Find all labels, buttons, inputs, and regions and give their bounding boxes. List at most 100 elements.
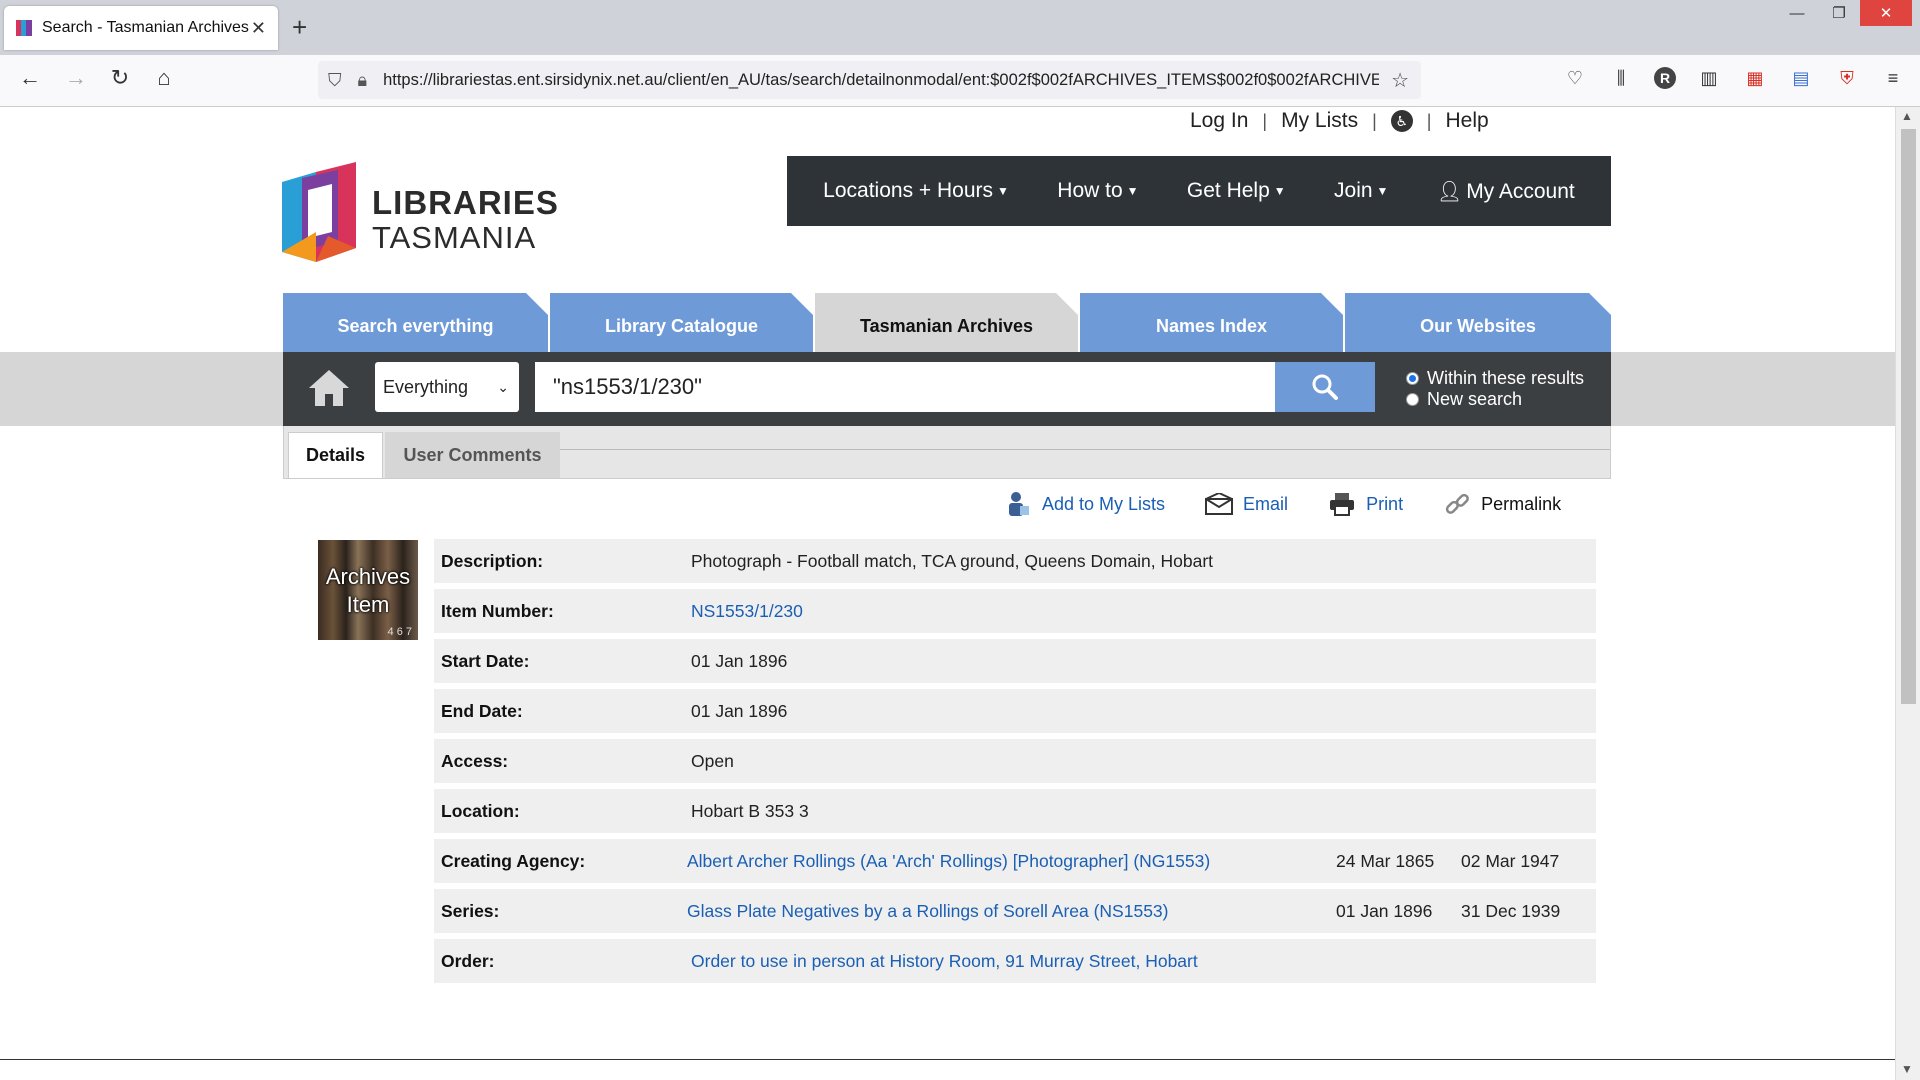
tab-close-icon[interactable]: ✕ — [251, 18, 266, 39]
field-label: Location: — [441, 800, 520, 821]
nav-my-account[interactable]: 👤︎ My Account — [1437, 179, 1575, 204]
add-to-lists-button[interactable]: Add to My Lists — [1004, 490, 1165, 518]
nav-get-help[interactable]: Get Help ▼ — [1187, 179, 1286, 203]
new-tab-button[interactable]: + — [292, 12, 307, 43]
tab-search-everything[interactable]: Search everything — [283, 293, 548, 360]
tab-our-websites[interactable]: Our Websites — [1345, 293, 1611, 360]
thumbnail-text: Archives — [325, 564, 411, 589]
search-tabs: Search everything Library Catalogue Tasm… — [283, 293, 1611, 360]
bookmark-star-icon[interactable]: ☆ — [1391, 68, 1409, 93]
accessibility-icon[interactable]: ♿︎ — [1390, 110, 1413, 132]
browser-tab[interactable]: Search - Tasmanian Archives ✕ — [4, 6, 278, 50]
chevron-down-icon: ⌄ — [497, 378, 509, 395]
separator: | — [1372, 110, 1377, 131]
search-input[interactable]: "ns1553/1/230" — [535, 362, 1275, 412]
tab-user-comments[interactable]: User Comments — [385, 432, 560, 478]
search-scope-value: Everything — [383, 376, 469, 397]
scroll-up-icon[interactable]: ▲ — [1901, 109, 1913, 123]
detail-row-description: Description: Photograph - Football match… — [434, 539, 1596, 583]
detail-row-location: Location: Hobart B 353 3 — [434, 789, 1596, 833]
detail-row-item-number: Item Number: NS1553/1/230 — [434, 589, 1596, 633]
detail-row-end-date: End Date: 01 Jan 1896 — [434, 689, 1596, 733]
link-icon — [1443, 490, 1471, 518]
field-value: Photograph - Football match, TCA ground,… — [691, 550, 1214, 571]
url-text[interactable]: https://librariestas.ent.sirsidynix.net.… — [383, 71, 1379, 90]
close-window-button[interactable]: ✕ — [1860, 0, 1912, 26]
nav-locations-hours[interactable]: Locations + Hours ▼ — [823, 179, 1009, 203]
field-value: 01 Jan 1896 — [691, 650, 788, 671]
nav-how-to[interactable]: How to ▼ — [1057, 179, 1138, 203]
search-mode-radios: Within these results New search — [1406, 368, 1584, 410]
detail-row-access: Access: Open — [434, 739, 1596, 783]
logo-text-tasmania: TASMANIA — [372, 220, 537, 255]
radio-new-search[interactable]: New search — [1406, 389, 1584, 410]
separator: | — [1426, 110, 1432, 131]
field-label: Creating Agency: — [441, 850, 586, 871]
order-link[interactable]: Order to use in person at History Room, … — [691, 951, 1198, 972]
site-logo[interactable]: LIBRARIES TASMANIA — [282, 162, 558, 262]
home-icon[interactable]: ⌂ — [148, 65, 180, 91]
barcode-icon[interactable]: ▥ — [1696, 68, 1722, 89]
reader-icon[interactable]: ▤ — [1788, 68, 1814, 89]
record-details: Description: Photograph - Football match… — [434, 539, 1596, 989]
maximize-button[interactable]: ❐ — [1818, 0, 1860, 26]
item-number-link[interactable]: NS1553/1/230 — [691, 601, 803, 622]
home-icon[interactable] — [307, 368, 351, 408]
back-icon[interactable]: ← — [14, 65, 46, 91]
pocket-icon[interactable]: ♡ — [1562, 68, 1588, 89]
lock-icon[interactable]: 🔒︎ — [358, 70, 368, 91]
search-scope-select[interactable]: Everything ⌄ — [375, 362, 519, 412]
shield-extension-icon[interactable]: ⛨ — [1834, 68, 1860, 89]
tab-library-catalogue[interactable]: Library Catalogue — [550, 293, 813, 360]
field-label: Item Number: — [441, 600, 554, 621]
field-label: End Date: — [441, 700, 523, 721]
envelope-icon — [1205, 490, 1234, 518]
minimize-button[interactable]: — — [1776, 0, 1818, 26]
radio-unselected-icon — [1406, 393, 1419, 406]
extension-red-icon[interactable]: ▦ — [1742, 68, 1768, 89]
shield-icon[interactable]: ⛉ — [328, 70, 342, 91]
agency-start-date: 24 Mar 1865 — [1336, 850, 1435, 871]
agency-end-date: 02 Mar 1947 — [1461, 850, 1560, 871]
browser-tab-bar: Search - Tasmanian Archives ✕ + — ❐ ✕ — [0, 0, 1920, 55]
print-button[interactable]: Print — [1328, 490, 1403, 518]
caret-down-icon: ▼ — [1376, 184, 1389, 199]
radio-within-results[interactable]: Within these results — [1406, 368, 1584, 389]
my-lists-link[interactable]: My Lists — [1281, 109, 1358, 133]
thumbnail-text: Item — [346, 592, 390, 617]
field-label: Order: — [441, 950, 495, 971]
archives-item-thumbnail[interactable]: Archives Item 4 6 7 — [318, 540, 418, 640]
help-link[interactable]: Help — [1445, 109, 1488, 133]
series-link[interactable]: Glass Plate Negatives by a a Rollings of… — [687, 901, 1169, 922]
url-bar[interactable]: ⛉ 🔒︎ https://librariestas.ent.sirsidynix… — [318, 61, 1421, 99]
email-button[interactable]: Email — [1205, 490, 1288, 518]
search-button[interactable] — [1275, 362, 1375, 412]
window-controls: — ❐ ✕ — [1776, 0, 1912, 26]
tab-names-index[interactable]: Names Index — [1080, 293, 1343, 360]
creating-agency-link[interactable]: Albert Archer Rollings (Aa 'Arch' Rollin… — [687, 851, 1210, 872]
browser-toolbar: ← → ↻ ⌂ ⛉ 🔒︎ https://librariestas.ent.si… — [0, 55, 1920, 107]
nav-join[interactable]: Join ▼ — [1334, 179, 1388, 203]
field-label: Series: — [441, 900, 500, 921]
browser-extensions: ♡ ⫼ R ▥ ▦ ▤ ⛨ ≡ — [1562, 67, 1906, 89]
add-person-icon — [1004, 490, 1032, 518]
menu-icon[interactable]: ≡ — [1880, 68, 1906, 89]
library-icon[interactable]: ⫼ — [1608, 68, 1634, 89]
tab-title: Search - Tasmanian Archives — [42, 19, 249, 36]
detail-row-start-date: Start Date: 01 Jan 1896 — [434, 639, 1596, 683]
login-link[interactable]: Log In — [1190, 109, 1248, 133]
scrollbar-thumb[interactable] — [1901, 129, 1916, 704]
permalink-button[interactable]: Permalink — [1443, 490, 1561, 518]
field-label: Description: — [441, 550, 544, 571]
utility-links: Log In | My Lists | ♿︎ | Help — [1190, 107, 1489, 135]
tab-tasmanian-archives[interactable]: Tasmanian Archives — [815, 293, 1078, 360]
caret-down-icon: ▼ — [997, 184, 1009, 199]
page-scrollbar[interactable]: ▲ ▼ — [1895, 107, 1920, 1080]
reload-icon[interactable]: ↻ — [104, 65, 136, 91]
forward-icon[interactable]: → — [60, 65, 92, 91]
separator: | — [1262, 110, 1268, 131]
tab-details[interactable]: Details — [288, 432, 383, 478]
search-icon — [1312, 374, 1338, 400]
scroll-down-icon[interactable]: ▼ — [1901, 1062, 1913, 1076]
profile-badge-icon[interactable]: R — [1654, 67, 1676, 89]
